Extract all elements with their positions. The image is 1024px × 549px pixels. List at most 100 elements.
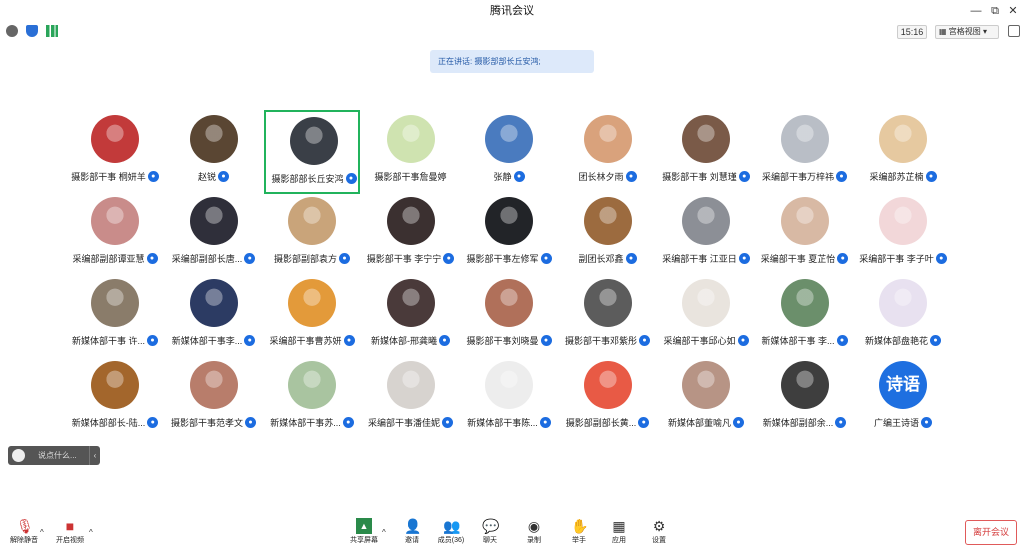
participant-name: 摄影部副部长黄... xyxy=(565,417,637,428)
participant-tile[interactable]: 新媒体部-邢龚曦 ● xyxy=(363,274,459,358)
participant-grid: 摄影部干事 桐妍羊 ● 赵锐 ● 摄影部部长丘安鸿 ● 摄影部干事詹曼婷 张静 ● 团长林夕雨 ● 摄… xyxy=(62,110,962,440)
share-screen-button[interactable]: ▲ 共享屏幕 xyxy=(340,512,388,549)
participant-name-row: 摄影部干事 刘慧瑾 ● xyxy=(652,169,760,183)
participant-tile[interactable]: 诗语 广编王诗语 ● xyxy=(855,356,951,440)
participant-tile[interactable]: 采编部苏芷楠 ● xyxy=(855,110,951,194)
participant-name: 摄影部干事 刘慧瑾 xyxy=(662,171,737,182)
participant-tile[interactable]: 新媒体部董喻凡 ● xyxy=(658,356,754,440)
mic-icon: ● xyxy=(540,334,552,346)
mic-icon: ● xyxy=(935,252,947,264)
participant-name: 采编部干事邱心如 xyxy=(663,335,736,346)
participant-tile[interactable]: 摄影部干事詹曼婷 xyxy=(363,110,459,194)
participant-name: 新媒体部干事李... xyxy=(171,335,243,346)
participant-name-row: 新媒体部部长-陆... ● xyxy=(61,415,169,429)
mic-icon: ● xyxy=(539,416,551,428)
participant-name-row: 新媒体部董喻凡 ● xyxy=(652,415,760,429)
participant-tile[interactable]: 赵锐 ● xyxy=(166,110,262,194)
participant-tile[interactable]: 新媒体部盘艳花 ● xyxy=(855,274,951,358)
participant-tile[interactable]: 采编部副部长唐... ● xyxy=(166,192,262,276)
participant-tile[interactable]: 新媒体部干事苏... ● xyxy=(264,356,360,440)
participant-tile[interactable]: 新媒体部干事 许... ● xyxy=(67,274,163,358)
info-icon[interactable] xyxy=(6,25,18,37)
avatar: 诗语 xyxy=(879,361,927,409)
participant-tile[interactable]: 团长林夕雨 ● xyxy=(560,110,656,194)
close-button[interactable]: ✕ xyxy=(1001,0,1024,22)
record-icon: ◉ xyxy=(527,518,541,534)
participant-name-row: 采编部干事 夏芷怡 ● xyxy=(751,251,859,265)
avatar xyxy=(485,115,533,163)
participant-tile[interactable]: 摄影部干事刘晓曼 ● xyxy=(461,274,557,358)
participant-tile[interactable]: 新媒体部干事陈... ● xyxy=(461,356,557,440)
avatar xyxy=(682,361,730,409)
participant-name-row: 新媒体部副部余... ● xyxy=(751,415,859,429)
participant-name-row: 摄影部副部长黄... ● xyxy=(554,415,662,429)
shield-icon[interactable] xyxy=(26,25,38,37)
avatar xyxy=(583,115,632,163)
emoji-icon[interactable] xyxy=(12,449,25,462)
participant-name-row: 采编部干事万梓祎 ● xyxy=(751,169,859,183)
fullscreen-icon[interactable] xyxy=(1008,25,1020,37)
chat-button[interactable]: 💬 聊天 xyxy=(466,512,514,549)
participant-tile[interactable]: 摄影部干事范孝文 ● xyxy=(166,356,262,440)
participant-tile[interactable]: 副团长邓鑫 ● xyxy=(560,192,656,276)
settings-button[interactable]: ⚙ 设置 xyxy=(635,512,683,549)
participant-tile[interactable]: 摄影部副部袁方 ● xyxy=(264,192,360,276)
participant-name-row: 采编部干事曹苏妍 ● xyxy=(258,333,366,347)
participant-tile[interactable]: 采编部干事 夏芷怡 ● xyxy=(757,192,853,276)
signal-icon[interactable] xyxy=(46,25,58,37)
participant-tile[interactable]: 新媒体部副部余... ● xyxy=(757,356,853,440)
participant-tile[interactable]: 摄影部副部长黄... ● xyxy=(560,356,656,440)
participant-tile[interactable]: 摄影部干事 李宁宁 ● xyxy=(363,192,459,276)
participant-name: 团长林夕雨 xyxy=(578,171,624,182)
avatar xyxy=(879,115,927,163)
participant-name-row: 新媒体部盘艳花 ● xyxy=(849,333,957,347)
participant-name-row: 摄影部部长丘安鸿 ● xyxy=(260,171,368,185)
participant-tile[interactable]: 摄影部干事 刘慧瑾 ● xyxy=(658,110,754,194)
participant-name-row: 新媒体部干事陈... ● xyxy=(455,415,563,429)
record-button[interactable]: ◉ 录制 xyxy=(510,512,558,549)
participant-name: 新媒体部干事 李... xyxy=(761,335,835,346)
avatar xyxy=(189,279,238,327)
mic-icon: ● xyxy=(733,416,744,428)
participant-name-row: 摄影部干事范孝文 ● xyxy=(160,415,268,429)
meeting-toolbar: 🎙 解除静音 ^ ■ 开启视频 ^ ▲ 共享屏幕 ^ 👤 邀请 👥 成员(36)… xyxy=(0,512,1024,549)
mic-icon: ● xyxy=(339,252,350,264)
participant-tile[interactable]: 采编部干事曹苏妍 ● xyxy=(264,274,360,358)
participant-tile[interactable]: 新媒体部干事李... ● xyxy=(166,274,262,358)
participant-tile[interactable]: 采编部干事邱心如 ● xyxy=(658,274,754,358)
participant-tile[interactable]: 采编部干事万梓祎 ● xyxy=(757,110,853,194)
participant-tile[interactable]: 摄影部干事左修军 ● xyxy=(461,192,557,276)
participant-name: 采编部干事 江亚日 xyxy=(662,253,737,264)
participant-tile[interactable]: 采编部干事 李子叶 ● xyxy=(855,192,951,276)
chat-placeholder[interactable]: 说点什么... xyxy=(38,446,77,465)
avatar xyxy=(288,279,336,327)
participant-name: 摄影部干事邓紫彤 xyxy=(564,335,637,346)
leave-meeting-button[interactable]: 离开会议 xyxy=(965,520,1017,545)
video-label: 开启视频 xyxy=(56,537,84,544)
invite-icon: 👤 xyxy=(404,518,422,534)
avatar xyxy=(780,197,829,245)
mic-icon: ● xyxy=(836,170,847,182)
avatar xyxy=(682,115,730,163)
participant-tile[interactable]: 张静 ● xyxy=(461,110,557,194)
mic-icon: ● xyxy=(837,252,849,264)
participant-tile[interactable]: 新媒体部干事 李... ● xyxy=(757,274,853,358)
participant-name-row: 副团长邓鑫 ● xyxy=(554,251,662,265)
video-options-caret[interactable]: ^ xyxy=(89,528,97,537)
start-video-button[interactable]: ■ 开启视频 xyxy=(46,512,94,549)
avatar xyxy=(91,115,139,163)
participant-tile[interactable]: 采编部干事潘佳妮 ● xyxy=(363,356,459,440)
participant-tile[interactable]: 摄影部干事邓紫彤 ● xyxy=(560,274,656,358)
mic-icon: ● xyxy=(625,252,637,264)
participant-tile[interactable]: 采编部副部谭亚慧 ● xyxy=(67,192,163,276)
avatar xyxy=(879,279,927,327)
collapse-chat-button[interactable]: ‹ xyxy=(89,446,100,465)
participant-tile[interactable]: 摄影部干事 桐妍羊 ● xyxy=(67,110,163,194)
chat-input-bar[interactable]: 说点什么... ‹ xyxy=(8,446,100,465)
view-mode-dropdown[interactable]: ▦ 宫格视图 ▾ xyxy=(935,25,999,39)
mic-icon: ● xyxy=(513,170,525,182)
participant-tile[interactable]: 新媒体部部长-陆... ● xyxy=(67,356,163,440)
participant-name: 副团长邓鑫 xyxy=(578,253,624,264)
participant-tile[interactable]: 摄影部部长丘安鸿 ● xyxy=(264,110,360,194)
participant-tile[interactable]: 采编部干事 江亚日 ● xyxy=(658,192,754,276)
